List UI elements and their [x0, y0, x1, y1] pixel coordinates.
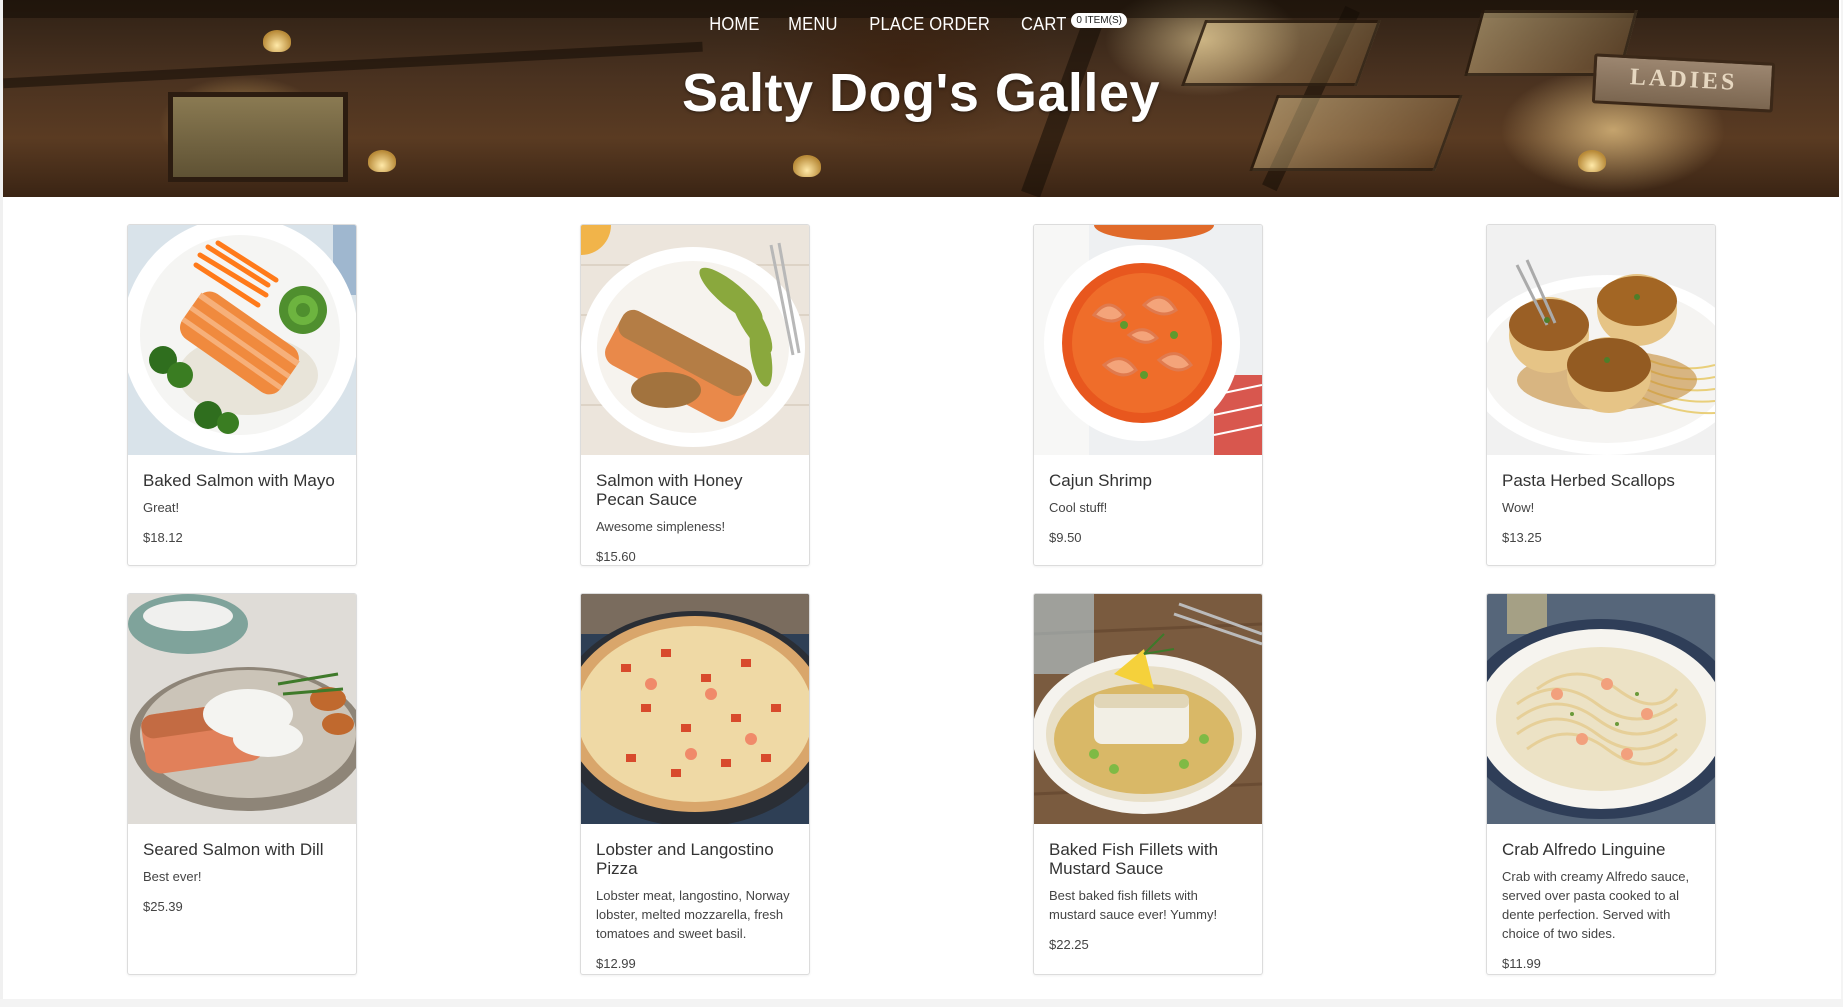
dish-image-herbed-scallops	[1487, 225, 1715, 455]
dish-description: Great!	[143, 500, 180, 515]
dish-price: $9.50	[1049, 530, 1082, 545]
lobster-pizza-photo	[581, 594, 809, 824]
baked-salmon-photo	[128, 225, 356, 455]
dish-price: $25.39	[143, 899, 183, 914]
dish-description: Awesome simpleness!	[596, 519, 726, 534]
nav-cart[interactable]: CART 0 ITEM(S)	[1019, 13, 1127, 35]
dish-price: $11.99	[1502, 956, 1541, 971]
dish-image-honey-pecan-salmon	[581, 225, 809, 455]
menu-item-card[interactable]: Pasta Herbed Scallops Wow! $13.25	[1486, 224, 1716, 566]
dish-description: Crab with creamy Alfredo sauce, served o…	[1502, 869, 1690, 941]
dish-image-seared-salmon-dill	[128, 594, 356, 824]
dish-price: $15.60	[596, 549, 636, 564]
dish-name: Seared Salmon with Dill	[143, 840, 324, 859]
dish-image-crab-alfredo	[1487, 594, 1715, 824]
dish-description: Best baked fish fillets with mustard sau…	[1049, 888, 1218, 922]
main-nav: HOME MENU PLACE ORDER CART 0 ITEM(S)	[3, 13, 1839, 35]
dish-description: Cool stuff!	[1049, 500, 1108, 515]
dish-description: Best ever!	[143, 869, 202, 884]
dish-price: $22.25	[1049, 937, 1089, 952]
dish-price: $18.12	[143, 530, 183, 545]
honey-pecan-salmon-photo	[581, 225, 809, 455]
cajun-shrimp-photo	[1034, 225, 1262, 455]
menu-item-card[interactable]: Baked Salmon with Mayo Great! $18.12	[127, 224, 357, 566]
dish-image-cajun-shrimp	[1034, 225, 1262, 455]
menu-item-card[interactable]: Cajun Shrimp Cool stuff! $9.50	[1033, 224, 1263, 566]
herbed-scallops-photo	[1487, 225, 1715, 455]
dish-name: Lobster and Langostino Pizza	[596, 840, 774, 878]
hero-banner: LADIES HOME MENU PLACE ORDER CART 0 ITEM…	[3, 0, 1839, 197]
nav-place-order-link[interactable]: PLACE ORDER	[869, 14, 990, 35]
dish-name: Baked Fish Fillets with Mustard Sauce	[1049, 840, 1219, 878]
crab-alfredo-photo	[1487, 594, 1715, 824]
dish-image-baked-salmon	[128, 225, 356, 455]
dish-price: $12.99	[596, 956, 636, 971]
dish-image-baked-fish-mustard	[1034, 594, 1262, 824]
dish-price: $13.25	[1502, 530, 1542, 545]
dish-image-lobster-pizza	[581, 594, 809, 824]
cart-count-badge: 0 ITEM(S)	[1071, 13, 1127, 28]
site-title: Salty Dog's Galley	[681, 63, 1161, 123]
nav-cart-link[interactable]: CART	[1021, 14, 1067, 35]
dish-name: Pasta Herbed Scallops	[1502, 471, 1675, 490]
dish-name: Baked Salmon with Mayo	[143, 471, 335, 490]
dish-description: Lobster meat, langostino, Norway lobster…	[596, 888, 790, 941]
menu-item-card[interactable]: Seared Salmon with Dill Best ever! $25.3…	[127, 593, 357, 975]
dish-name: Cajun Shrimp	[1049, 471, 1152, 490]
nav-menu-link[interactable]: MENU	[788, 14, 838, 35]
menu-item-card[interactable]: Lobster and Langostino Pizza Lobster mea…	[580, 593, 810, 975]
table-lamp-icon	[793, 155, 821, 177]
dish-description: Wow!	[1502, 500, 1535, 515]
wall-lamp-icon	[1578, 150, 1606, 172]
seared-salmon-dill-photo	[128, 594, 356, 824]
menu-item-card[interactable]: Salmon with Honey Pecan Sauce Awesome si…	[580, 224, 810, 566]
menu-item-card[interactable]: Baked Fish Fillets with Mustard Sauce Be…	[1033, 593, 1263, 975]
menu-item-card[interactable]: Crab Alfredo Linguine Crab with creamy A…	[1486, 593, 1716, 975]
nav-home-link[interactable]: HOME	[709, 14, 759, 35]
page-bottom-bar	[0, 999, 1843, 1007]
table-lamp-icon	[368, 150, 396, 172]
baked-fish-mustard-photo	[1034, 594, 1262, 824]
dish-name: Salmon with Honey Pecan Sauce	[596, 471, 743, 509]
dish-name: Crab Alfredo Linguine	[1502, 840, 1666, 859]
